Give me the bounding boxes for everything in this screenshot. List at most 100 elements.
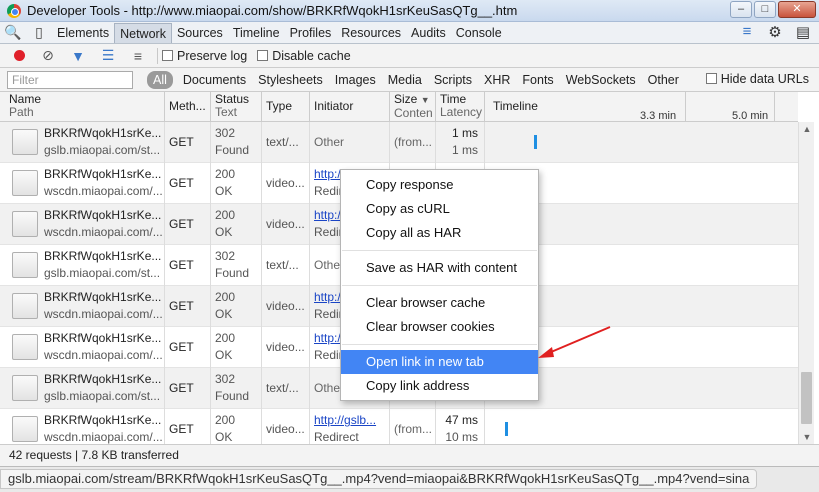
scroll-up-arrow-icon[interactable]: ▲ [799, 122, 815, 136]
file-icon [12, 170, 38, 196]
request-name-cell[interactable]: BRKRfWqokH1srKe... wscdn.miaopai.com/... [40, 204, 165, 245]
column-header-type[interactable]: Type [262, 92, 310, 122]
request-name-cell[interactable]: BRKRfWqokH1srKe... gslb.miaopai.com/st... [40, 122, 165, 163]
request-name-cell[interactable]: BRKRfWqokH1srKe... gslb.miaopai.com/st... [40, 368, 165, 409]
request-path: wscdn.miaopai.com/... [44, 184, 163, 198]
status-code: 200 [215, 208, 236, 222]
status-cell: 302 Found [211, 245, 262, 286]
tab-elements[interactable]: Elements [52, 23, 114, 43]
record-button[interactable] [14, 50, 25, 61]
menu-item-copy-as-curl[interactable]: Copy as cURL [341, 197, 538, 221]
menu-item-save-as-har-with-content[interactable]: Save as HAR with content [341, 256, 538, 280]
filter-type-xhr[interactable]: XHR [478, 71, 516, 89]
initiator-link[interactable]: http://gslb... [314, 412, 385, 429]
request-name: BRKRfWqokH1srKe... [44, 249, 162, 263]
menu-item-clear-browser-cookies[interactable]: Clear browser cookies [341, 315, 538, 339]
status-cell: 200 OK [211, 327, 262, 368]
request-name-cell[interactable]: BRKRfWqokH1srKe... gslb.miaopai.com/st... [40, 245, 165, 286]
timeline-bar [504, 422, 508, 436]
column-header-initiator[interactable]: Initiator [310, 92, 390, 122]
table-row[interactable]: BRKRfWqokH1srKe... wscdn.miaopai.com/... G… [0, 409, 798, 444]
method-cell: GET [165, 327, 211, 368]
tab-audits[interactable]: Audits [406, 23, 451, 43]
tab-network[interactable]: Network [114, 22, 172, 43]
preserve-log-label: Preserve log [177, 48, 248, 63]
status-code: 200 [215, 413, 236, 427]
request-name: BRKRfWqokH1srKe... [44, 290, 162, 304]
menu-item-clear-browser-cache[interactable]: Clear browser cache [341, 291, 538, 315]
status-text: OK [215, 348, 233, 362]
status-code: 200 [215, 167, 236, 181]
request-name-cell[interactable]: BRKRfWqokH1srKe... wscdn.miaopai.com/... [40, 163, 165, 204]
column-header-time[interactable]: Time Latency [436, 92, 485, 122]
status-text: OK [215, 307, 233, 321]
maximize-button[interactable]: □ [754, 1, 776, 18]
filter-type-other[interactable]: Other [642, 71, 685, 89]
request-name: BRKRfWqokH1srKe... [44, 331, 162, 345]
clear-icon[interactable]: ⊘ [33, 47, 63, 64]
type-cell: text/... [262, 368, 310, 409]
tab-console[interactable]: Console [451, 23, 507, 43]
time-cell: 47 ms 10 ms [436, 409, 485, 444]
column-header-name[interactable]: Name Path [0, 92, 165, 122]
request-name-cell[interactable]: BRKRfWqokH1srKe... wscdn.miaopai.com/... [40, 327, 165, 368]
disable-cache-checkbox[interactable] [257, 50, 269, 61]
request-name-cell[interactable]: BRKRfWqokH1srKe... wscdn.miaopai.com/... [40, 409, 165, 444]
menu-item-copy-link-address[interactable]: Copy link address [341, 374, 538, 398]
filter-type-images[interactable]: Images [329, 71, 382, 89]
type-cell: video... [262, 204, 310, 245]
column-header-status[interactable]: Status Text [211, 92, 262, 122]
menu-item-copy-response[interactable]: Copy response [341, 173, 538, 197]
initiator-cell: http://gslb...Redirect [310, 409, 390, 444]
scroll-down-arrow-icon[interactable]: ▼ [799, 430, 815, 444]
settings-gear-icon[interactable]: ⚙ [765, 23, 785, 41]
chrome-logo-icon [7, 3, 21, 18]
tab-sources[interactable]: Sources [172, 23, 228, 43]
status-text: Found [215, 389, 250, 403]
tab-timeline[interactable]: Timeline [228, 23, 285, 43]
table-scrollbar[interactable]: ▲ ▼ [798, 122, 814, 444]
method-cell: GET [165, 163, 211, 204]
minimize-button[interactable]: – [730, 1, 752, 18]
tab-profiles[interactable]: Profiles [285, 23, 337, 43]
filter-type-scripts[interactable]: Scripts [428, 71, 478, 89]
filter-type-stylesheets[interactable]: Stylesheets [252, 71, 329, 89]
device-mode-icon[interactable]: ▯ [26, 23, 52, 43]
inspect-element-icon[interactable]: 🔍 [0, 23, 26, 43]
filter-type-fonts[interactable]: Fonts [516, 71, 559, 89]
large-rows-icon[interactable]: ☰ [93, 47, 123, 64]
method-cell: GET [165, 409, 211, 444]
menu-item-copy-all-as-har[interactable]: Copy all as HAR [341, 221, 538, 245]
drawer-console-icon[interactable]: ≡ [737, 23, 757, 41]
filter-type-documents[interactable]: Documents [177, 71, 252, 89]
menu-item-open-link-in-new-tab[interactable]: Open link in new tab [341, 350, 538, 374]
status-text-header-label: Text [215, 105, 238, 119]
table-row[interactable]: BRKRfWqokH1srKe... gslb.miaopai.com/st...… [0, 122, 798, 163]
filter-type-websockets[interactable]: WebSockets [560, 71, 642, 89]
type-cell: text/... [262, 245, 310, 286]
overview-icon[interactable]: ≡ [123, 48, 153, 64]
filter-icon[interactable]: ▼ [63, 48, 93, 64]
tab-resources[interactable]: Resources [336, 23, 406, 43]
type-cell: video... [262, 409, 310, 444]
column-header-size[interactable]: Size ▼ Conten [390, 92, 436, 122]
column-header-method[interactable]: Meth... [165, 92, 211, 122]
request-name: BRKRfWqokH1srKe... [44, 208, 162, 222]
request-path: wscdn.miaopai.com/... [44, 430, 163, 444]
latency-value: 10 ms [445, 430, 478, 444]
hide-data-urls-checkbox[interactable] [705, 73, 717, 84]
file-icon [12, 334, 38, 360]
dock-side-icon[interactable]: ▤ [793, 23, 813, 41]
close-button[interactable]: ✕ [778, 1, 816, 18]
time-value: 1 ms [451, 126, 478, 140]
request-name: BRKRfWqokH1srKe... [44, 413, 162, 427]
filter-type-media[interactable]: Media [382, 71, 428, 89]
filter-input[interactable]: Filter [7, 70, 133, 89]
hide-data-urls-toggle[interactable]: Hide data URLs [705, 72, 809, 86]
scrollbar-thumb[interactable] [801, 372, 812, 424]
request-name-cell[interactable]: BRKRfWqokH1srKe... wscdn.miaopai.com/... [40, 286, 165, 327]
preserve-log-checkbox[interactable] [162, 50, 173, 61]
method-cell: GET [165, 368, 211, 409]
request-name: BRKRfWqokH1srKe... [44, 126, 162, 140]
filter-type-all[interactable]: All [147, 70, 173, 89]
